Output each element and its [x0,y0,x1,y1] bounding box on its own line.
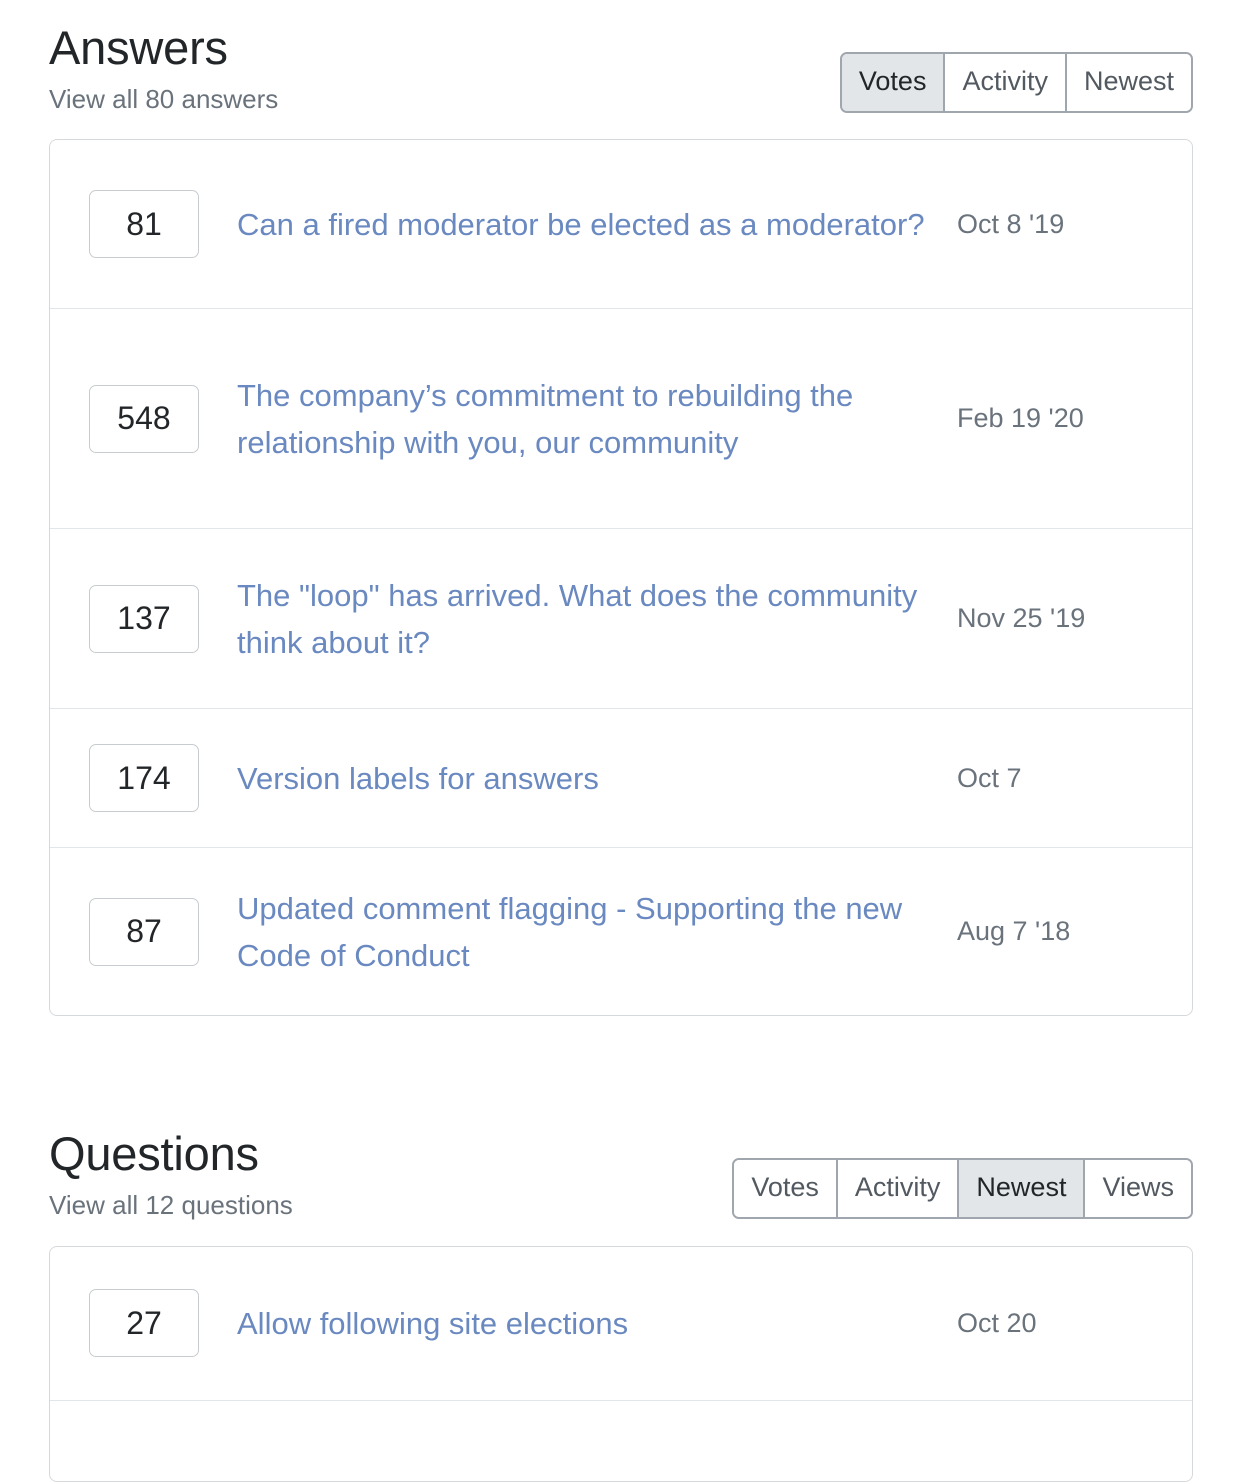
table-row[interactable]: 87 Updated comment flagging - Supporting… [50,848,1192,1015]
vote-count: 27 [89,1289,199,1358]
question-title-link[interactable]: Allow following site elections [237,1300,937,1347]
table-row[interactable] [50,1401,1192,1481]
tab-answers-activity[interactable]: Activity [945,54,1067,111]
table-row[interactable]: 174 Version labels for answers Oct 7 [50,709,1192,849]
vote-count: 81 [89,190,199,259]
questions-list: 27 Allow following site elections Oct 20 [49,1245,1193,1482]
answer-title-link[interactable]: The company’s commitment to rebuilding t… [237,372,937,466]
questions-sort-tabs[interactable]: Votes Activity Newest Views [732,1158,1193,1220]
tab-questions-votes[interactable]: Votes [734,1160,838,1218]
table-row[interactable]: 137 The "loop" has arrived. What does th… [50,529,1192,710]
answers-title: Answers [49,21,228,74]
tab-answers-votes[interactable]: Votes [841,54,946,111]
questions-title: Questions [49,1127,259,1181]
tab-answers-newest[interactable]: Newest [1066,54,1191,111]
answer-date: Feb 19 '20 [957,403,1084,434]
questions-heading-block: Questions View all 12 questions [49,1128,293,1221]
questions-view-all-link[interactable]: View all 12 questions [49,1189,293,1222]
questions-section-header: Questions View all 12 questions Votes Ac… [49,1128,1193,1221]
answer-date: Oct 8 '19 [957,208,1065,239]
answers-heading-block: Answers View all 80 answers [49,22,278,115]
answer-title-link[interactable]: Updated comment flagging - Supporting th… [237,885,937,979]
vote-count: 548 [89,384,199,453]
answer-title-link[interactable]: Can a fired moderator be elected as a mo… [237,201,937,248]
answers-sort-tabs[interactable]: Votes Activity Newest [839,52,1193,113]
question-date: Oct 20 [957,1307,1037,1338]
answer-title-link[interactable]: The "loop" has arrived. What does the co… [237,572,937,666]
answer-date: Oct 7 [957,762,1022,793]
tab-questions-views[interactable]: Views [1085,1160,1191,1218]
answer-title-link[interactable]: Version labels for answers [237,755,937,802]
vote-count: 137 [89,584,199,653]
answers-view-all-link[interactable]: View all 80 answers [49,83,278,116]
questions-section: Questions View all 12 questions Votes Ac… [49,1128,1193,1482]
answers-list: 81 Can a fired moderator be elected as a… [49,139,1193,1017]
table-row[interactable]: 81 Can a fired moderator be elected as a… [50,140,1192,310]
answers-section-header: Answers View all 80 answers Votes Activi… [49,22,1193,115]
profile-activity-page: Answers View all 80 answers Votes Activi… [0,0,1242,1482]
tab-questions-newest[interactable]: Newest [959,1160,1086,1218]
answer-date: Nov 25 '19 [957,603,1086,634]
table-row[interactable]: 27 Allow following site elections Oct 20 [50,1247,1192,1401]
answers-section: Answers View all 80 answers Votes Activi… [49,0,1193,1017]
vote-count: 87 [89,897,199,966]
tab-questions-activity[interactable]: Activity [837,1160,960,1218]
table-row[interactable]: 548 The company’s commitment to rebuildi… [50,309,1192,530]
answer-date: Aug 7 '18 [957,916,1071,947]
vote-count: 174 [89,744,199,813]
